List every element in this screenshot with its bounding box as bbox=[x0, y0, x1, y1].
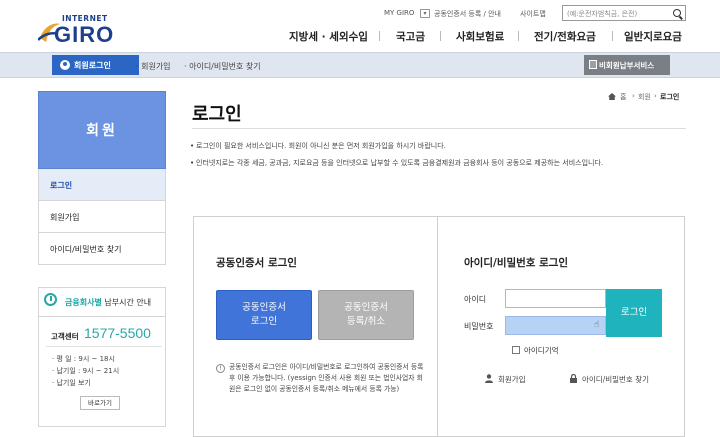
gnav-divider bbox=[518, 31, 519, 41]
user-icon bbox=[485, 374, 493, 383]
shortcut-button[interactable]: 바로가기 bbox=[80, 396, 120, 410]
sidebar-item-login[interactable]: 로그인 bbox=[38, 169, 166, 201]
hours-rest: 납부시간 안내 bbox=[104, 298, 152, 307]
customer-center-number: 1577-5500 bbox=[84, 325, 151, 341]
clock-icon bbox=[44, 293, 57, 306]
gnav-general-giro[interactable]: 일반지로요금 bbox=[624, 29, 682, 44]
gnav-national-treasury[interactable]: 국고금 bbox=[396, 29, 425, 44]
breadcrumb-sep: › bbox=[632, 92, 635, 100]
remember-id-label: 아이디기억 bbox=[524, 346, 559, 355]
user-circle-icon bbox=[60, 60, 70, 70]
login-button[interactable]: 로그인 bbox=[606, 289, 662, 337]
id-input[interactable] bbox=[505, 289, 606, 308]
search-icon[interactable] bbox=[673, 9, 681, 17]
util-link-sitemap[interactable]: 사이트맵 bbox=[520, 9, 546, 19]
page-title: 로그인 bbox=[192, 104, 242, 125]
strip-link-join-label: 회원가입 bbox=[141, 62, 171, 71]
util-link-cert[interactable]: 공동인증서 등록 / 안내 bbox=[434, 9, 501, 19]
lock-icon bbox=[570, 374, 577, 383]
cert-note: 공동인증서 로그인은 아이디/비밀번호로 로그인하여 공동인증서 등록 후 이용… bbox=[229, 363, 424, 393]
breadcrumb-home[interactable]: 홈 bbox=[620, 92, 626, 102]
title-divider bbox=[192, 128, 686, 129]
divider bbox=[46, 346, 162, 347]
home-icon[interactable] bbox=[608, 93, 616, 100]
member-login-label: 회원로그인 bbox=[74, 61, 111, 70]
strip-link-find[interactable]: · 아이디/비밀번호 찾기 bbox=[184, 61, 261, 72]
info-line: 인터넷지로는 각종 세금, 공과금, 지로요금 등을 인터넷으로 납부할 수 있… bbox=[190, 157, 684, 170]
cert-register-button[interactable]: 공동인증서 등록/취소 bbox=[318, 290, 414, 340]
info-icon: ! bbox=[216, 364, 225, 373]
sidebar-title: 회원 bbox=[86, 123, 118, 139]
breadcrumb-sep: › bbox=[654, 92, 657, 100]
password-input[interactable] bbox=[505, 316, 606, 335]
gnav-divider bbox=[379, 31, 380, 41]
pw-label: 비밀번호 bbox=[464, 322, 494, 331]
gnav-social-insurance[interactable]: 사회보험료 bbox=[456, 29, 504, 44]
idpw-login-heading: 아이디/비밀번호 로그인 bbox=[464, 257, 569, 269]
cert-register-label: 공동인증서 등록/취소 bbox=[344, 302, 388, 327]
sidebar-item-find[interactable]: 아이디/비밀번호 찾기 bbox=[38, 233, 166, 265]
strip-link-join[interactable]: · 회원가입 bbox=[136, 61, 171, 72]
breadcrumb-current: 로그인 bbox=[660, 93, 680, 101]
member-login-tab[interactable]: 회원로그인 bbox=[52, 55, 139, 75]
info-line: 로그인이 필요한 서비스입니다. 회원이 아니신 분은 먼저 회원가입을 하시기… bbox=[190, 140, 684, 153]
search-input[interactable]: (예:운전자범칙금, 은전) bbox=[562, 5, 686, 21]
search-placeholder: (예:운전자범칙금, 은전) bbox=[567, 10, 638, 18]
page: INTERNET GIRO MY GIRO ▾ 공동인증서 등록 / 안내 사이… bbox=[0, 0, 720, 437]
join-link[interactable]: 회원가입 bbox=[498, 374, 526, 385]
panel-divider bbox=[437, 216, 438, 437]
hours-weekday: · 평 일 : 9시 ~ 18시 bbox=[52, 355, 115, 363]
hours-accent: 금융회사별 bbox=[65, 298, 102, 307]
nonmember-payment-button[interactable]: 비회원납부서비스 bbox=[584, 55, 670, 75]
logo-text-big: GIRO bbox=[54, 22, 115, 47]
cert-login-heading: 공동인증서 로그인 bbox=[216, 257, 297, 269]
remember-id-checkbox[interactable] bbox=[512, 346, 520, 354]
gnav-divider bbox=[612, 31, 613, 41]
breadcrumb-member[interactable]: 회원 bbox=[638, 92, 651, 102]
hand-cursor-icon: ☝ bbox=[594, 320, 600, 330]
document-icon bbox=[589, 60, 597, 69]
gnav-local-tax[interactable]: 지방세 · 세외수입 bbox=[289, 29, 368, 44]
util-dropdown-icon[interactable]: ▾ bbox=[420, 9, 430, 18]
customer-center-label: 고객센터 bbox=[51, 332, 79, 341]
nonmember-label: 비회원납부서비스 bbox=[599, 61, 655, 70]
cert-login-button[interactable]: 공동인증서 로그인 bbox=[216, 290, 312, 340]
id-label: 아이디 bbox=[464, 295, 487, 304]
cert-login-label: 공동인증서 로그인 bbox=[242, 302, 286, 327]
hours-due-date: · 납기일 : 9시 ~ 21시 bbox=[52, 367, 120, 375]
due-date-view: · 납기일 보기 bbox=[52, 379, 91, 387]
payment-hours-link[interactable]: 금융회사별 납부시간 안내 bbox=[38, 287, 166, 317]
gnav-utility[interactable]: 전기/전화요금 bbox=[534, 29, 596, 44]
gnav-divider bbox=[440, 31, 441, 41]
strip-link-find-label: 아이디/비밀번호 찾기 bbox=[189, 62, 261, 71]
sidebar-item-join[interactable]: 회원가입 bbox=[38, 201, 166, 233]
util-link-mygiro[interactable]: MY GIRO bbox=[384, 9, 414, 17]
find-idpw-link[interactable]: 아이디/비밀번호 찾기 bbox=[582, 374, 649, 385]
